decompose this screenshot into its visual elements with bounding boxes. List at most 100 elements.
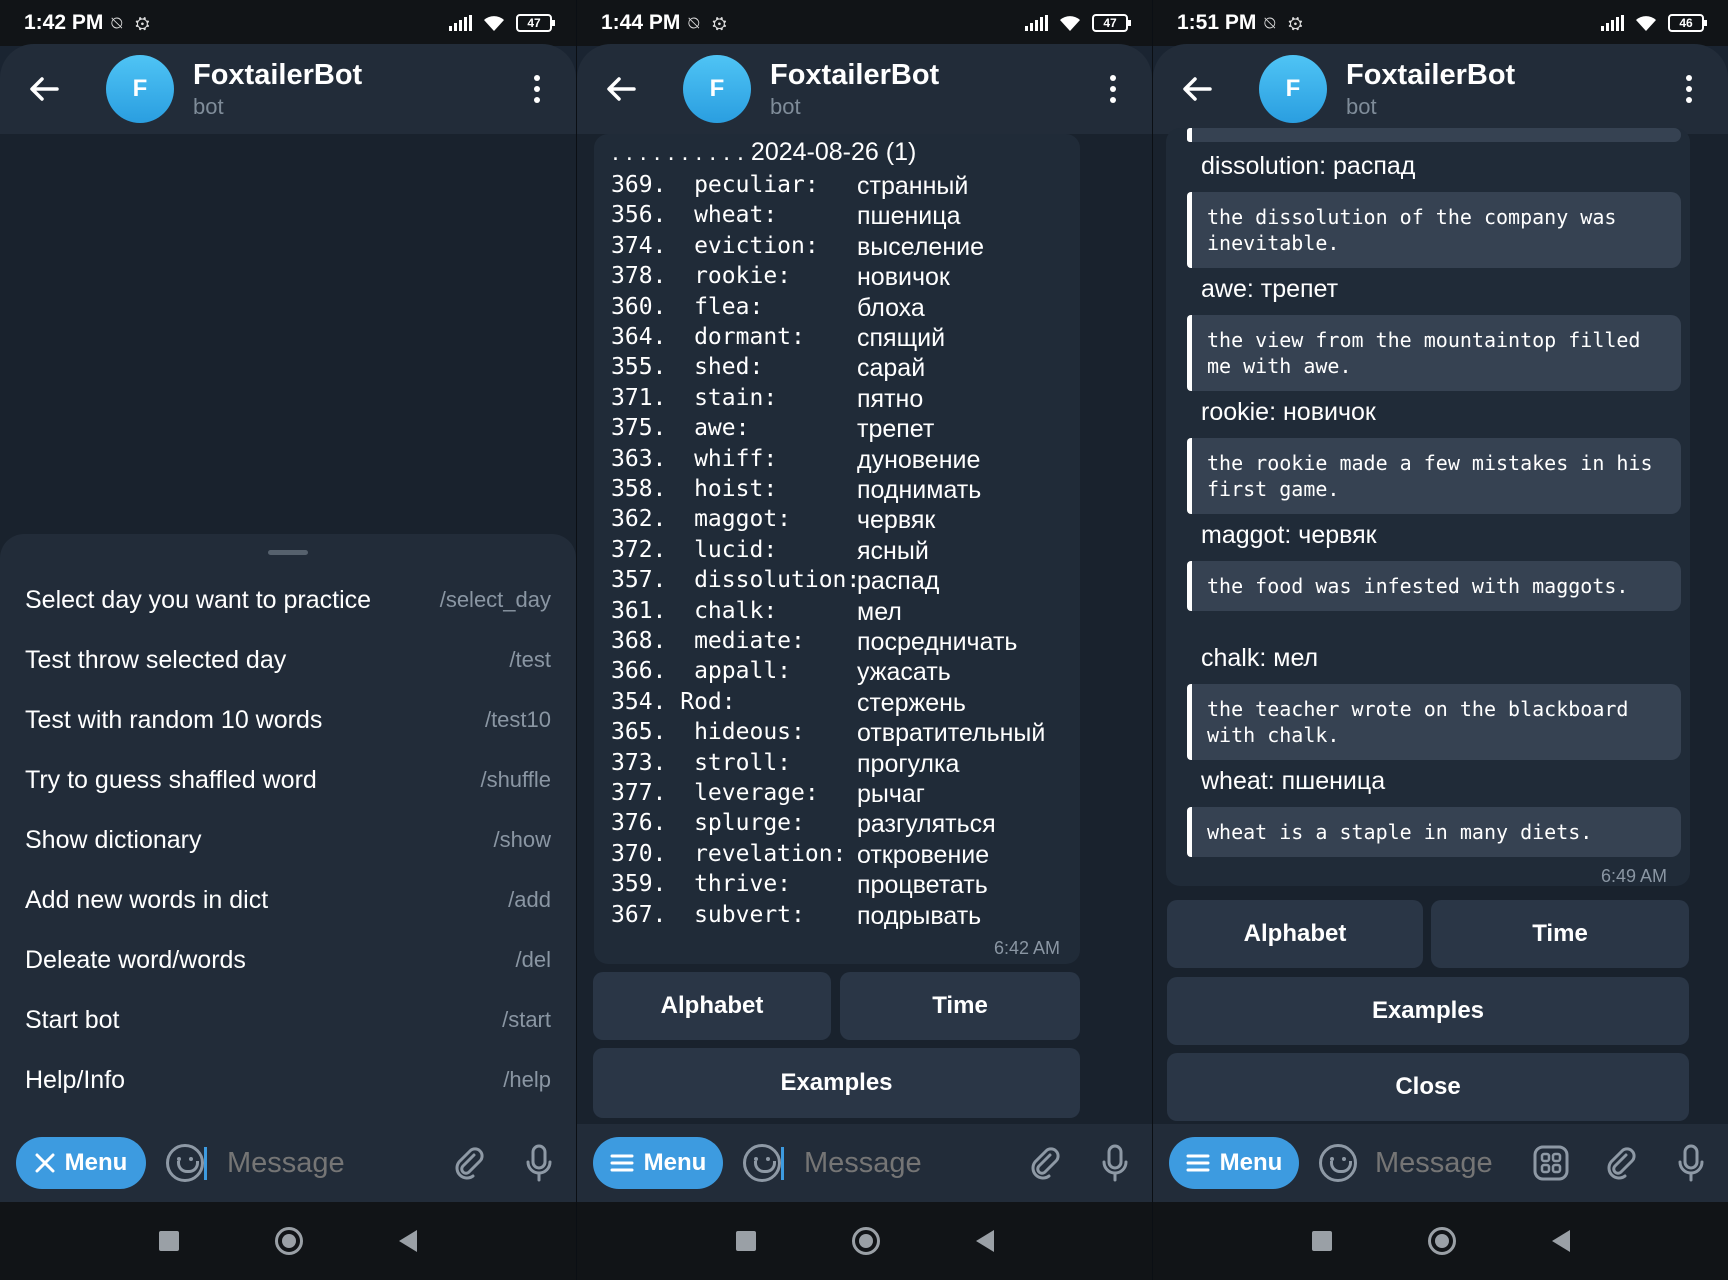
menu-button-label: Menu bbox=[1219, 1149, 1283, 1176]
example-sentence-quote: the view from the mountaintop filled me … bbox=[1187, 315, 1681, 391]
time-button[interactable]: Time bbox=[1431, 900, 1689, 968]
status-time: 1:51 PM bbox=[1177, 11, 1257, 34]
example-word-label: wheat: пшеница bbox=[1201, 767, 1385, 796]
entry-russian: выселение bbox=[857, 232, 984, 261]
dictionary-entry: 372. lucid: ясный bbox=[611, 537, 929, 567]
menu-item-del[interactable]: Deleate word/words/del bbox=[0, 930, 576, 990]
attach-icon[interactable] bbox=[448, 1142, 490, 1184]
wifi-icon bbox=[1060, 16, 1080, 31]
message-input[interactable] bbox=[1375, 1146, 1525, 1180]
bot-avatar[interactable]: F bbox=[683, 55, 751, 123]
menu-button-label: Menu bbox=[64, 1149, 128, 1176]
attach-icon[interactable] bbox=[1024, 1142, 1066, 1184]
nav-back-icon[interactable] bbox=[1551, 1230, 1570, 1252]
dictionary-entry: 362. maggot: червяк bbox=[611, 506, 935, 536]
menu-item-command: /help bbox=[503, 1067, 551, 1092]
more-options-icon[interactable] bbox=[1098, 69, 1128, 109]
wifi-icon bbox=[1636, 16, 1656, 31]
example-word: rookie: bbox=[1201, 398, 1277, 426]
entry-english: 364. dormant: bbox=[611, 324, 805, 350]
input-bar: Menu bbox=[1153, 1124, 1728, 1202]
microphone-icon[interactable] bbox=[1670, 1142, 1712, 1184]
bot-keyboard-icon[interactable] bbox=[1530, 1142, 1572, 1184]
nav-back-icon[interactable] bbox=[399, 1230, 417, 1252]
nav-back-icon[interactable] bbox=[975, 1230, 994, 1252]
time-button[interactable]: Time bbox=[840, 972, 1080, 1040]
back-arrow-icon[interactable] bbox=[1177, 69, 1217, 109]
menu-item-test[interactable]: Test throw selected day/test bbox=[0, 630, 576, 690]
example-sentence-quote: the rookie made a few mistakes in his fi… bbox=[1187, 438, 1681, 514]
chat-header: F FoxtailerBot bot bbox=[0, 44, 576, 134]
back-arrow-icon[interactable] bbox=[601, 69, 641, 109]
more-options-icon[interactable] bbox=[1674, 69, 1704, 109]
message-time: 6:42 AM bbox=[994, 938, 1061, 958]
microphone-icon[interactable] bbox=[518, 1142, 560, 1184]
message-input[interactable] bbox=[227, 1146, 417, 1180]
bot-avatar[interactable]: F bbox=[106, 55, 174, 123]
entry-russian: блоха bbox=[857, 293, 925, 322]
recents-icon[interactable] bbox=[159, 1231, 179, 1251]
entry-english: 356. wheat: bbox=[611, 202, 778, 229]
chat-title[interactable]: FoxtailerBot bbox=[193, 59, 362, 92]
message-input[interactable] bbox=[804, 1146, 994, 1180]
entry-english: 370. revelation: bbox=[611, 840, 847, 867]
home-icon[interactable] bbox=[851, 1227, 880, 1255]
sheet-handle[interactable] bbox=[268, 550, 308, 555]
home-icon[interactable] bbox=[275, 1227, 303, 1255]
menu-item-start[interactable]: Start bot/start bbox=[0, 990, 576, 1050]
recents-icon[interactable] bbox=[1311, 1231, 1332, 1251]
emoji-icon[interactable] bbox=[743, 1144, 781, 1182]
examples-button[interactable]: Examples bbox=[1167, 977, 1689, 1045]
entry-russian: подрывать bbox=[857, 901, 982, 930]
dictionary-entry: 357. dissolution: распад bbox=[611, 567, 939, 597]
menu-item-test10[interactable]: Test with random 10 words/test10 bbox=[0, 690, 576, 750]
entry-english: 378. rookie: bbox=[611, 263, 792, 290]
more-options-icon[interactable] bbox=[522, 69, 552, 109]
example-translation: червяк bbox=[1298, 521, 1377, 549]
menu-item-help[interactable]: Help/Info/help bbox=[0, 1050, 576, 1110]
menu-item-show[interactable]: Show dictionary/show bbox=[0, 810, 576, 870]
menu-item-select-day[interactable]: Select day you want to practice/select_d… bbox=[0, 570, 576, 630]
dictionary-entry: 370. revelation: откровение bbox=[611, 840, 989, 871]
status-bar: 1:44 PM ⍉ ⚙ 47 bbox=[577, 0, 1152, 46]
example-translation: трепет bbox=[1260, 275, 1339, 303]
dictionary-entry: 371. stain: пятно bbox=[611, 385, 923, 415]
menu-item-label: Show dictionary bbox=[25, 825, 202, 854]
menu-item-add[interactable]: Add new words in dict/add bbox=[0, 870, 576, 930]
back-arrow-icon[interactable] bbox=[24, 69, 64, 109]
entry-english: 374. eviction: bbox=[611, 232, 819, 259]
dictionary-entry: 368. mediate: посредничать bbox=[611, 628, 1017, 658]
close-button[interactable]: Close bbox=[1167, 1053, 1689, 1121]
menu-button[interactable]: Menu bbox=[1169, 1137, 1299, 1189]
bot-avatar[interactable]: F bbox=[1259, 55, 1327, 123]
entry-english: 361. chalk: bbox=[611, 597, 778, 624]
menu-close-button[interactable]: Menu bbox=[16, 1137, 146, 1189]
chat-title[interactable]: FoxtailerBot bbox=[770, 59, 939, 92]
hamburger-icon bbox=[610, 1154, 634, 1172]
dictionary-date: . . . . . . . . . . 2024-08-26 (1) bbox=[612, 138, 917, 166]
example-word-label: awe: трепет bbox=[1201, 275, 1338, 304]
microphone-icon[interactable] bbox=[1094, 1142, 1136, 1184]
examples-button[interactable]: Examples bbox=[593, 1048, 1080, 1118]
menu-button[interactable]: Menu bbox=[593, 1137, 723, 1189]
system-nav-bar bbox=[577, 1202, 1152, 1280]
dictionary-entry: 363. whiff: дуновение bbox=[611, 446, 980, 476]
attach-icon[interactable] bbox=[1600, 1142, 1642, 1184]
alphabet-button[interactable]: Alphabet bbox=[1167, 900, 1423, 968]
entry-russian: сарай bbox=[857, 354, 926, 383]
chat-subtitle: bot bbox=[193, 93, 224, 119]
alphabet-button[interactable]: Alphabet bbox=[593, 972, 831, 1040]
home-icon[interactable] bbox=[1427, 1227, 1456, 1255]
entry-english: 362. maggot: bbox=[611, 506, 792, 533]
menu-item-command: /select_day bbox=[439, 587, 551, 612]
entry-russian: разгуляться bbox=[857, 810, 996, 839]
entry-russian: дуновение bbox=[857, 445, 981, 474]
emoji-icon[interactable] bbox=[166, 1144, 204, 1182]
menu-item-shuffle[interactable]: Try to guess shaffled word/shuffle bbox=[0, 750, 576, 810]
chat-title[interactable]: FoxtailerBot bbox=[1346, 59, 1515, 92]
menu-item-label: Help/Info bbox=[25, 1065, 126, 1094]
emoji-icon[interactable] bbox=[1319, 1144, 1357, 1182]
screen-menu: 1:42 PM ⍉ ⚙ 47 F FoxtailerBot bot Select… bbox=[0, 0, 576, 1280]
recents-icon[interactable] bbox=[735, 1231, 756, 1251]
entry-russian: странный bbox=[857, 172, 969, 200]
